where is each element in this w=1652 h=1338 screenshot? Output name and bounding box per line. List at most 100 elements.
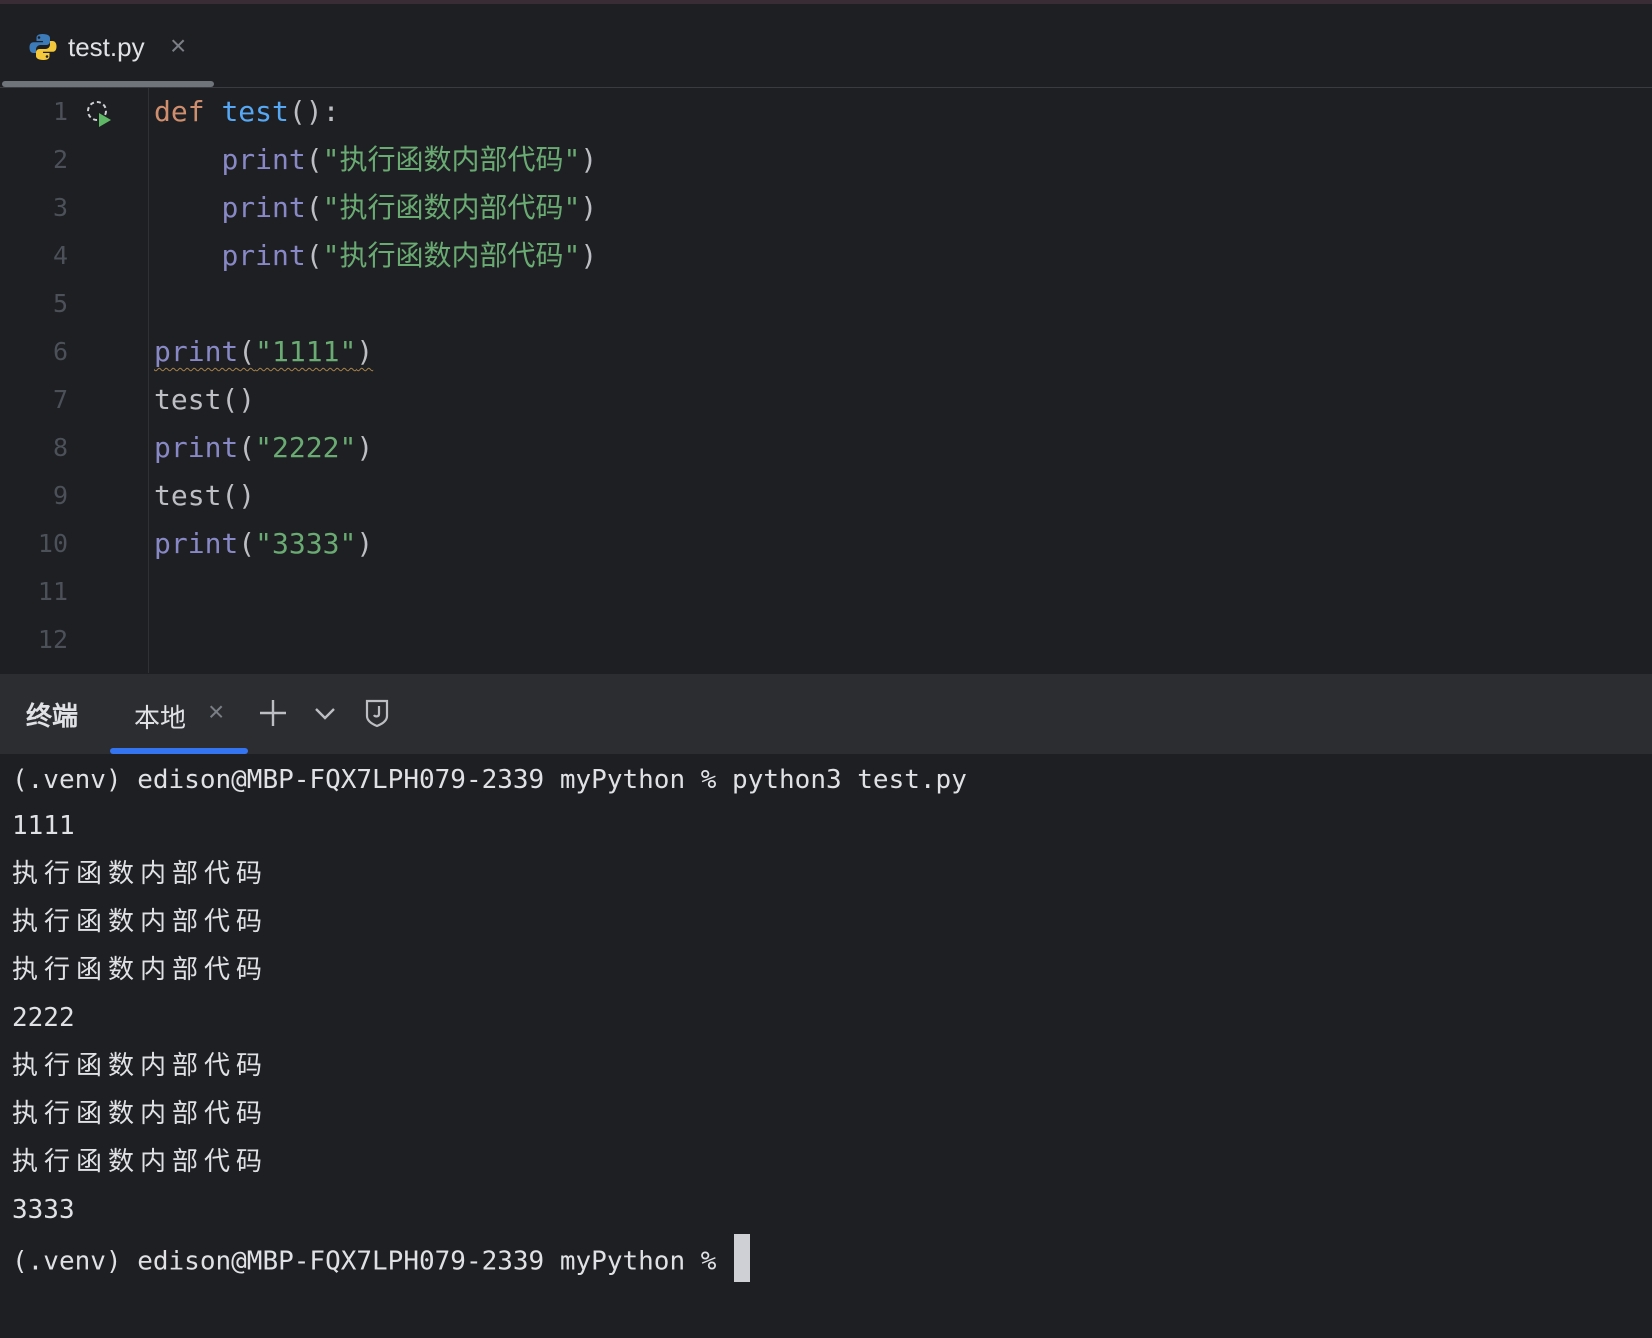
code-token: ( (305, 239, 323, 272)
code-token: "执行函数内部代码" (322, 191, 581, 224)
terminal-line: 执行函数内部代码 (12, 950, 268, 990)
code-token: ( (305, 143, 323, 176)
line-number: 5 (52, 289, 68, 318)
code-line[interactable]: 9 test() (0, 472, 1652, 520)
code-text: print("2222") (154, 424, 373, 472)
code-token: "执行函数内部代码" (322, 239, 581, 272)
terminal-line: 执行函数内部代码 (12, 1142, 268, 1182)
terminal-tab-local[interactable]: 本地 × (110, 674, 248, 754)
terminal-line-text: (.venv) edison@MBP-FQX7LPH079-2339 myPyt… (12, 1246, 733, 1277)
code-token: "执行函数内部代码" (322, 143, 581, 176)
code-token: ( (238, 527, 256, 560)
terminal-line-text: 执行函数内部代码 (12, 1051, 269, 1081)
code-text: print("3333") (154, 520, 373, 568)
line-number: 4 (52, 241, 68, 270)
terminal-tab-close-icon[interactable]: × (208, 696, 224, 728)
code-line[interactable]: 6 print("1111") (0, 328, 1652, 376)
code-token: test() (154, 383, 256, 416)
line-number: 2 (52, 145, 68, 174)
line-number: 12 (37, 625, 68, 654)
code-text: print("1111") (154, 328, 373, 376)
code-line[interactable]: 10 print("3333") (0, 520, 1652, 568)
code-editor[interactable]: 1 def test(): 2 print("执行函数内部代码") 3 print("… (0, 88, 1652, 673)
code-token: "1111" (255, 335, 357, 368)
code-token: print (221, 191, 306, 224)
editor-tab-close-icon[interactable]: × (170, 30, 186, 62)
terminal-line: 1111 (12, 806, 75, 846)
terminal-title: 终端 (26, 701, 79, 731)
code-token: (): (288, 95, 340, 128)
code-token: print (221, 239, 306, 272)
terminal-output[interactable]: (.venv) edison@MBP-FQX7LPH079-2339 myPyt… (0, 754, 1652, 1338)
terminal-line: (.venv) edison@MBP-FQX7LPH079-2339 myPyt… (12, 1234, 751, 1286)
terminal-line-text: 3333 (12, 1195, 75, 1225)
new-terminal-plus-icon[interactable] (256, 696, 290, 730)
code-token: ) (580, 143, 598, 176)
terminal-line-text: 执行函数内部代码 (12, 1099, 269, 1129)
terminal-line-text: 2222 (12, 1003, 75, 1033)
code-token: "3333" (255, 527, 357, 560)
code-line[interactable]: 8 print("2222") (0, 424, 1652, 472)
line-number: 7 (52, 385, 68, 414)
code-text: test() (154, 472, 255, 520)
code-line[interactable]: 7 test() (0, 376, 1652, 424)
chevron-down-icon[interactable] (308, 696, 342, 730)
terminal-line: 2222 (12, 998, 75, 1038)
code-line[interactable]: 4 print("执行函数内部代码") (0, 232, 1652, 280)
terminal-cursor (734, 1234, 751, 1282)
code-token: test (221, 95, 289, 128)
code-text: print("执行函数内部代码") (154, 184, 597, 232)
terminal-line: (.venv) edison@MBP-FQX7LPH079-2339 myPyt… (12, 760, 967, 800)
code-token: ( (305, 191, 323, 224)
code-token: ) (580, 191, 598, 224)
python-file-icon (29, 34, 57, 60)
code-token: ( (238, 335, 256, 368)
terminal-tool-window-header: 终端 本地 × (0, 674, 1652, 754)
editor-tab-active-indicator (2, 81, 214, 87)
code-text: print("执行函数内部代码") (154, 136, 597, 184)
code-line[interactable]: 3 print("执行函数内部代码") (0, 184, 1652, 232)
code-token: test() (154, 479, 256, 512)
editor-tab-test-py[interactable]: test.py × (0, 4, 215, 87)
line-number: 6 (52, 337, 68, 366)
terminal-line: 执行函数内部代码 (12, 1046, 268, 1086)
line-number: 8 (52, 433, 68, 462)
code-token: print (154, 335, 239, 368)
code-token: print (154, 431, 239, 464)
code-text: print("执行函数内部代码") (154, 232, 597, 280)
terminal-line: 执行函数内部代码 (12, 1094, 268, 1134)
editor-tab-bar: test.py × (0, 4, 1652, 88)
code-token: ) (356, 431, 374, 464)
terminal-tab-label: 本地 (134, 703, 187, 733)
code-token: ) (580, 239, 598, 272)
terminal-line-text: 执行函数内部代码 (12, 1147, 269, 1177)
line-number: 9 (52, 481, 68, 510)
code-token: ( (238, 431, 256, 464)
line-number: 11 (37, 577, 68, 606)
terminal-line-text: 1111 (12, 811, 75, 841)
line-number: 3 (52, 193, 68, 222)
run-gutter-icon[interactable] (82, 96, 116, 130)
code-line[interactable]: 1 def test(): (0, 88, 1652, 136)
terminal-line-text: 执行函数内部代码 (12, 859, 269, 889)
code-line[interactable]: 2 print("执行函数内部代码") (0, 136, 1652, 184)
code-text: def test(): (154, 88, 339, 136)
terminal-line: 执行函数内部代码 (12, 854, 268, 894)
shield-icon[interactable] (360, 696, 394, 730)
terminal-line: 执行函数内部代码 (12, 902, 268, 942)
code-line[interactable]: 11 (0, 568, 1652, 616)
code-line[interactable]: 12 (0, 616, 1652, 664)
editor-tab-label: test.py (68, 32, 145, 62)
code-token: print (221, 143, 306, 176)
code-token: def (154, 95, 222, 128)
code-token: ) (356, 527, 374, 560)
terminal-line-text: (.venv) edison@MBP-FQX7LPH079-2339 myPyt… (12, 765, 967, 795)
terminal-line-text: 执行函数内部代码 (12, 955, 269, 985)
line-number: 1 (52, 97, 68, 126)
code-token: "2222" (255, 431, 357, 464)
code-line[interactable]: 5 (0, 280, 1652, 328)
terminal-line-text: 执行函数内部代码 (12, 907, 269, 937)
